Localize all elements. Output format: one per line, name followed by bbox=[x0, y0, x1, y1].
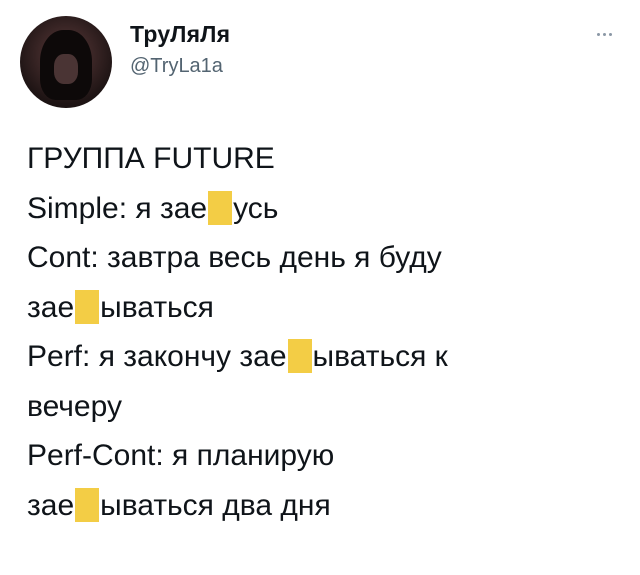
tweet-line: ГРУППА FUTURE bbox=[27, 134, 617, 184]
tweet-line-text: зае bbox=[27, 488, 75, 522]
tweet-line-text: Perf: я закончу зае bbox=[27, 340, 287, 373]
tweet-line-text: ываться два дня bbox=[100, 488, 331, 522]
more-dot bbox=[602, 32, 606, 36]
tweet-line: Simple: я зае усь bbox=[27, 184, 617, 234]
tweet-line-text: Cont: завтра весь день я буду bbox=[27, 241, 442, 274]
more-horizontal-icon[interactable] bbox=[588, 26, 620, 42]
tweet-line: вечеру bbox=[27, 382, 617, 432]
tweet-line-text: усь bbox=[233, 191, 279, 225]
tweet-line-text: Perf-Cont: я планирую bbox=[27, 439, 335, 472]
tweet-line: зае ываться bbox=[27, 283, 617, 333]
tweet-line-text: ываться к bbox=[312, 340, 448, 373]
tweet-line: Perf-Cont: я планирую bbox=[27, 431, 617, 481]
tweet-line-text: ГРУППА FUTURE bbox=[27, 142, 275, 175]
avatar-face bbox=[54, 54, 78, 84]
more-dot bbox=[608, 32, 612, 36]
avatar[interactable] bbox=[20, 16, 112, 108]
censor-highlight bbox=[75, 289, 100, 324]
censor-highlight bbox=[208, 190, 233, 225]
tweet-line: Cont: завтра весь день я буду bbox=[27, 233, 617, 283]
author-display-name[interactable]: ТруЛяЛя bbox=[130, 21, 230, 48]
tweet-line-text: Simple: я зае bbox=[27, 191, 208, 225]
censor-highlight bbox=[287, 339, 312, 373]
tweet-line: Perf: я закончу зае ываться к bbox=[27, 332, 617, 382]
tweet-text: ГРУППА FUTURE Simple: я зае усь Cont: зав… bbox=[27, 134, 617, 530]
tweet-card: ТруЛяЛя @TryLa1a ГРУППА FUTURE Simple: я… bbox=[0, 0, 640, 575]
tweet-line-text: вечеру bbox=[27, 389, 122, 423]
author-handle[interactable]: @TryLa1a bbox=[130, 55, 223, 78]
tweet-line-text: ываться bbox=[100, 290, 214, 324]
tweet-line-text: зае bbox=[27, 290, 75, 324]
censor-highlight bbox=[75, 487, 100, 522]
tweet-line: зае ываться два дня bbox=[27, 481, 617, 531]
more-dot bbox=[596, 32, 600, 36]
